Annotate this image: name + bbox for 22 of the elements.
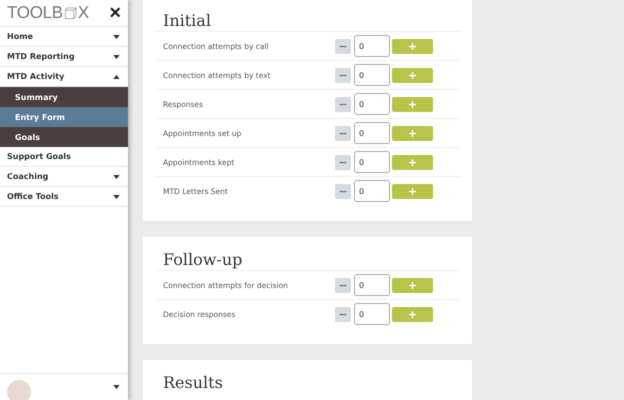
count-input-field[interactable]: 0	[354, 35, 390, 57]
nav-item[interactable]: Home	[0, 27, 128, 47]
nav-item[interactable]: Office Tools	[0, 187, 128, 207]
count-input-field[interactable]: 0	[354, 64, 390, 86]
count-input-field[interactable]: 0	[354, 93, 390, 115]
nav-subitem[interactable]: Summary	[0, 87, 128, 107]
count-input-field[interactable]: 0	[354, 151, 390, 173]
section-title: Initial	[163, 10, 212, 31]
nav-item[interactable]: MTD Reporting	[0, 47, 128, 67]
toolbox-logo: TOOLB X	[7, 3, 89, 23]
section-title: Results	[163, 372, 224, 393]
nav-subitem[interactable]: Entry Form	[0, 107, 128, 127]
count-input-field[interactable]: 0	[354, 180, 390, 202]
section-title: Follow-up	[163, 249, 244, 270]
count-input-field[interactable]: 0	[354, 274, 390, 296]
caret-icon[interactable]	[113, 385, 120, 389]
count-input-field[interactable]: 0	[354, 303, 390, 325]
count-input-field[interactable]: 0	[354, 122, 390, 144]
nav-subitem[interactable]: Goals	[0, 127, 128, 147]
nav-item[interactable]: Support Goals	[0, 147, 128, 167]
nav-item[interactable]: Coaching	[0, 167, 128, 187]
close-button[interactable]: ×	[109, 3, 121, 23]
